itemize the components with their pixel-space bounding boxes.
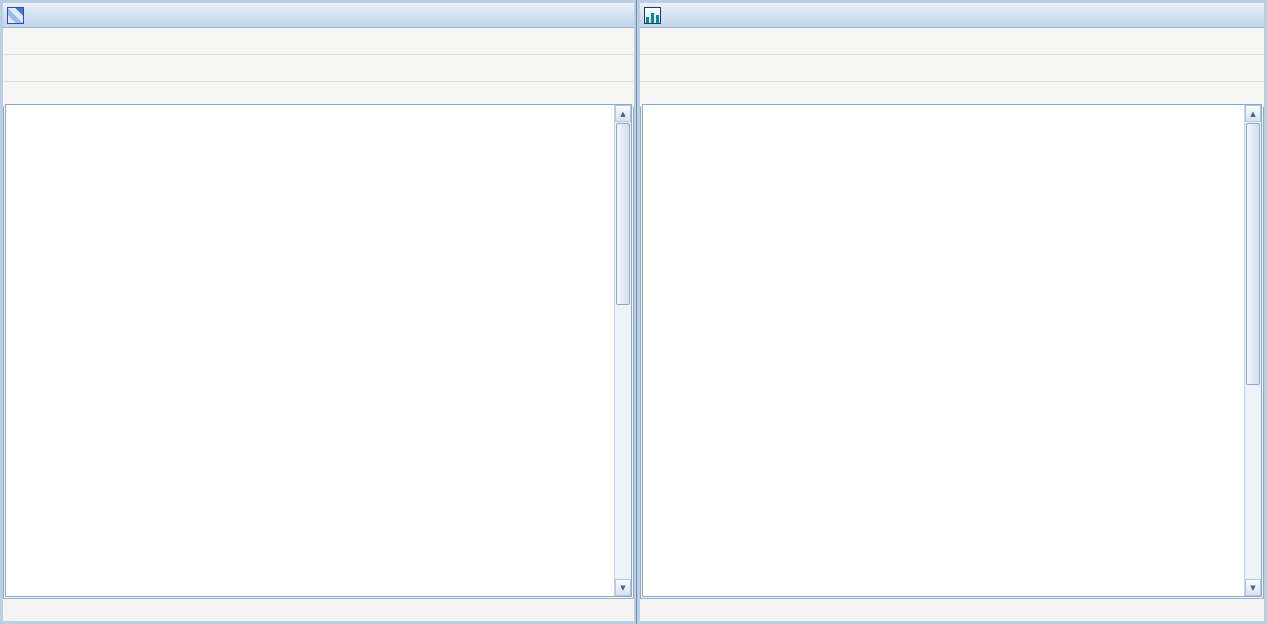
scroll-up-icon[interactable]: ▲: [1245, 105, 1261, 122]
analysis-vertical-scrollbar[interactable]: ▲ ▼: [1244, 105, 1261, 596]
schematic-window: ▲ ▼: [0, 0, 637, 624]
plot-area[interactable]: ▲ ▼: [642, 104, 1262, 597]
schematic-canvas-area[interactable]: ▲ ▼: [5, 104, 632, 597]
scrollbar-thumb[interactable]: [616, 123, 630, 305]
analysis-titlebar[interactable]: [640, 3, 1264, 28]
schematic-toolbar-2: [3, 55, 634, 82]
analysis-tab-row: [640, 598, 1264, 621]
analysis-window: ▲ ▼: [637, 0, 1267, 624]
scroll-up-icon[interactable]: ▲: [615, 105, 631, 122]
transient-bottom-chart[interactable]: [643, 355, 1243, 597]
analysis-toolbar-2: [640, 55, 1264, 82]
analysis-toolbar-1: [640, 28, 1264, 55]
transient-top-chart[interactable]: [643, 105, 1243, 351]
analysis-chart-icon: [644, 7, 661, 24]
scrollbar-thumb[interactable]: [1246, 123, 1260, 385]
schematic-file-icon: [7, 7, 24, 24]
schematic-toolbar-1: [3, 28, 634, 55]
scroll-down-icon[interactable]: ▼: [1245, 579, 1261, 596]
schematic-drawing[interactable]: [6, 105, 604, 573]
schematic-titlebar[interactable]: [3, 3, 634, 28]
schematic-tab-row: [3, 598, 634, 621]
schematic-vertical-scrollbar[interactable]: ▲ ▼: [614, 105, 631, 596]
scroll-down-icon[interactable]: ▼: [615, 579, 631, 596]
